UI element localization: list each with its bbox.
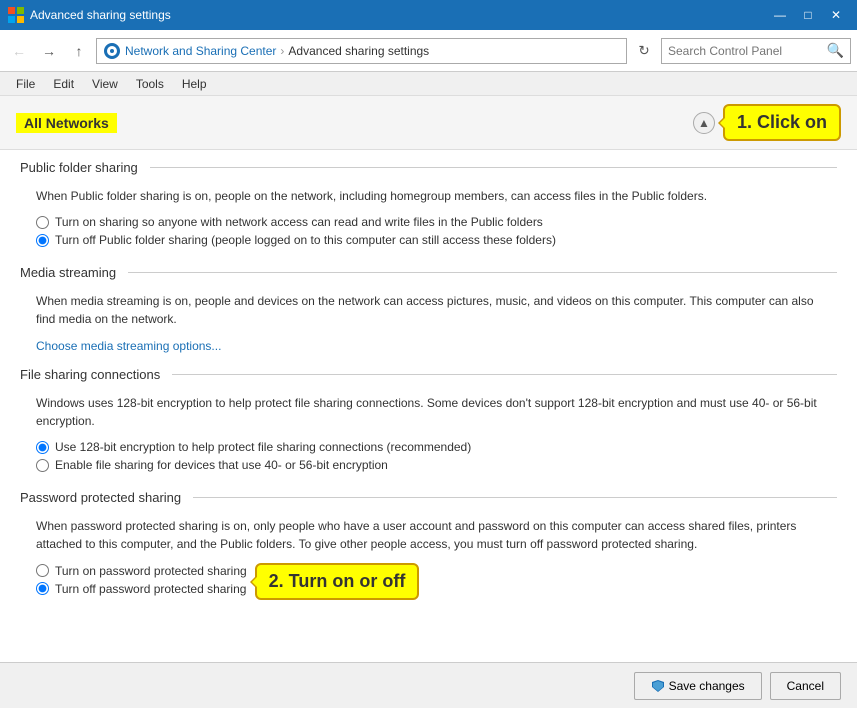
shield-save-icon xyxy=(651,679,665,693)
search-box: 🔍 xyxy=(661,38,851,64)
media-streaming-link[interactable]: Choose media streaming options... xyxy=(36,339,221,353)
public-folder-option2: Turn off Public folder sharing (people l… xyxy=(36,233,821,247)
search-icon: 🔍 xyxy=(827,42,844,59)
file-sharing-section-body: Windows uses 128-bit encryption to help … xyxy=(20,390,837,490)
content-area: Public folder sharing When Public folder… xyxy=(0,150,857,624)
file-sharing-option2: Enable file sharing for devices that use… xyxy=(36,458,821,472)
cancel-button[interactable]: Cancel xyxy=(770,672,841,700)
public-folder-radio2[interactable] xyxy=(36,234,49,247)
main-content: All Networks ▲ 1. Click on Public folder… xyxy=(0,96,857,662)
callout-2: 2. Turn on or off xyxy=(255,563,420,600)
app-icon xyxy=(8,7,24,23)
menu-edit[interactable]: Edit xyxy=(45,75,82,93)
password-sharing-radio1[interactable] xyxy=(36,564,49,577)
file-sharing-section-title: File sharing connections xyxy=(20,367,837,382)
password-sharing-section-title: Password protected sharing xyxy=(20,490,837,505)
close-button[interactable]: ✕ xyxy=(823,5,849,25)
breadcrumb: Network and Sharing Center › Advanced sh… xyxy=(96,38,627,64)
menu-view[interactable]: View xyxy=(84,75,126,93)
save-changes-button[interactable]: Save changes xyxy=(634,672,762,700)
public-folder-label2: Turn off Public folder sharing (people l… xyxy=(55,233,556,247)
media-streaming-desc: When media streaming is on, people and d… xyxy=(36,292,821,328)
password-sharing-options: Turn on password protected sharing Turn … xyxy=(36,564,247,600)
window-controls: — □ ✕ xyxy=(767,5,849,25)
save-changes-label: Save changes xyxy=(669,679,745,693)
public-folder-desc: When Public folder sharing is on, people… xyxy=(36,187,821,205)
all-networks-label[interactable]: All Networks xyxy=(16,113,117,133)
back-button[interactable]: ← xyxy=(6,38,32,64)
menu-bar: File Edit View Tools Help xyxy=(0,72,857,96)
callout-1: 1. Click on xyxy=(723,104,841,141)
file-sharing-radio1[interactable] xyxy=(36,441,49,454)
up-button[interactable]: ↑ xyxy=(66,38,92,64)
password-sharing-label1: Turn on password protected sharing xyxy=(55,564,247,578)
public-folder-section-title: Public folder sharing xyxy=(20,160,837,175)
maximize-button[interactable]: □ xyxy=(795,5,821,25)
public-folder-section-body: When Public folder sharing is on, people… xyxy=(20,183,837,265)
file-sharing-label1: Use 128-bit encryption to help protect f… xyxy=(55,440,471,454)
password-sharing-option1: Turn on password protected sharing xyxy=(36,564,247,578)
forward-button[interactable]: → xyxy=(36,38,62,64)
public-folder-radio1[interactable] xyxy=(36,216,49,229)
breadcrumb-sep: › xyxy=(280,44,284,58)
minimize-button[interactable]: — xyxy=(767,5,793,25)
breadcrumb-item-network[interactable]: Network and Sharing Center xyxy=(125,44,276,58)
menu-file[interactable]: File xyxy=(8,75,43,93)
bottom-bar: Save changes Cancel xyxy=(0,662,857,708)
password-sharing-option2: Turn off password protected sharing xyxy=(36,582,247,596)
search-input[interactable] xyxy=(668,44,827,58)
public-folder-option1: Turn on sharing so anyone with network a… xyxy=(36,215,821,229)
file-sharing-radio2[interactable] xyxy=(36,459,49,472)
media-streaming-section-title: Media streaming xyxy=(20,265,837,280)
file-sharing-option1: Use 128-bit encryption to help protect f… xyxy=(36,440,821,454)
media-streaming-section-body: When media streaming is on, people and d… xyxy=(20,288,837,367)
address-bar: ← → ↑ Network and Sharing Center › Advan… xyxy=(0,30,857,72)
network-icon xyxy=(103,42,121,60)
menu-tools[interactable]: Tools xyxy=(128,75,172,93)
public-folder-label1: Turn on sharing so anyone with network a… xyxy=(55,215,543,229)
refresh-button[interactable]: ↻ xyxy=(631,38,657,64)
all-networks-header: All Networks ▲ 1. Click on xyxy=(0,96,857,150)
file-sharing-desc: Windows uses 128-bit encryption to help … xyxy=(36,394,821,430)
password-sharing-desc: When password protected sharing is on, o… xyxy=(36,517,821,553)
password-sharing-label2: Turn off password protected sharing xyxy=(55,582,246,596)
title-bar: Advanced sharing settings — □ ✕ xyxy=(0,0,857,30)
password-sharing-radio2[interactable] xyxy=(36,582,49,595)
file-sharing-label2: Enable file sharing for devices that use… xyxy=(55,458,388,472)
breadcrumb-item-current: Advanced sharing settings xyxy=(288,44,429,58)
menu-help[interactable]: Help xyxy=(174,75,215,93)
window-title: Advanced sharing settings xyxy=(30,8,767,22)
password-sharing-section-body: When password protected sharing is on, o… xyxy=(20,513,837,614)
